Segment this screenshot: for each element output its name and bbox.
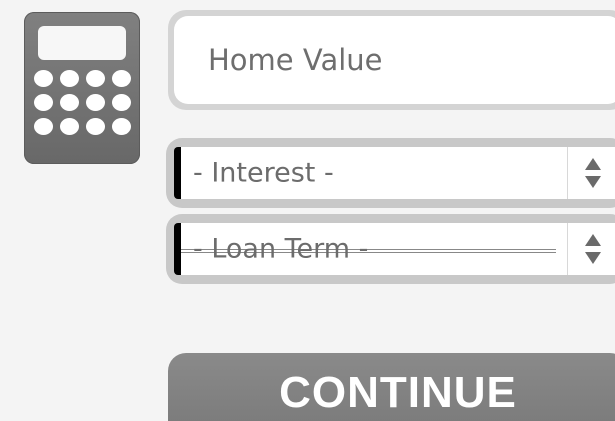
updown-arrows-icon	[585, 234, 601, 264]
calculator-key	[112, 94, 131, 111]
calculator-key	[86, 118, 105, 135]
calculator-key	[34, 94, 53, 111]
calculator-screen	[38, 26, 126, 60]
calculator-key	[60, 94, 79, 111]
calculator-key	[86, 70, 105, 87]
updown-arrows-icon	[585, 158, 601, 188]
mortgage-calculator-form: - Interest - - Loan Term - CONTINUE	[0, 0, 615, 421]
calculator-key	[112, 118, 131, 135]
home-value-field-frame	[168, 10, 615, 110]
calculator-key	[86, 94, 105, 111]
continue-button[interactable]: CONTINUE	[168, 353, 615, 421]
interest-select-value: - Interest -	[193, 157, 334, 189]
calculator-key	[34, 118, 53, 135]
calculator-key	[60, 70, 79, 87]
select-divider	[567, 147, 568, 199]
select-divider	[567, 223, 568, 275]
loan-term-select-frame: - Loan Term -	[166, 214, 615, 284]
calculator-keypad	[34, 70, 134, 135]
calculator-key	[112, 70, 131, 87]
calculator-key	[60, 118, 79, 135]
loan-term-select-value: - Loan Term -	[193, 233, 369, 265]
interest-select[interactable]: - Interest -	[174, 147, 615, 199]
home-value-input[interactable]	[174, 16, 615, 104]
calculator-icon	[24, 12, 140, 164]
loan-term-select[interactable]: - Loan Term -	[174, 223, 615, 275]
calculator-key	[34, 70, 53, 87]
interest-select-frame: - Interest -	[166, 138, 615, 208]
